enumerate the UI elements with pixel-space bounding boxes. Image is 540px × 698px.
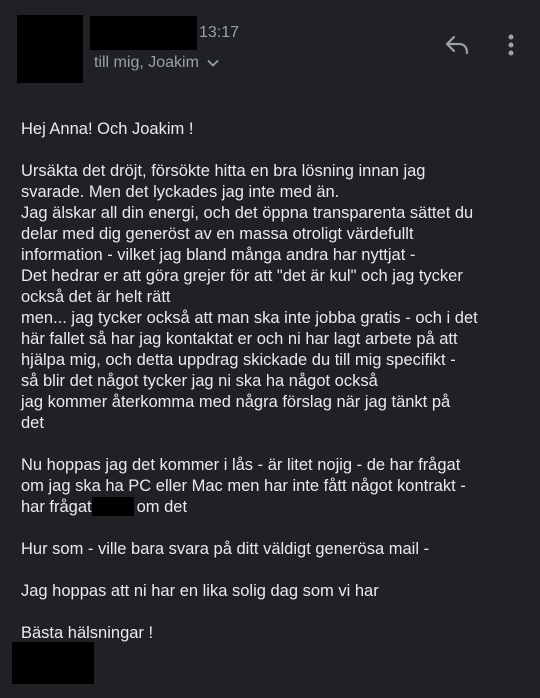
greeting: Hej Anna! Och Joakim !: [21, 120, 194, 138]
body-line: Jag älskar all din energi, och det öppna…: [21, 204, 474, 222]
body-line: det: [21, 414, 44, 432]
body-line: Det hedrar er att göra grejer för att "d…: [21, 267, 463, 285]
body-line: Jag hoppas att ni har en lika solig dag …: [21, 582, 379, 600]
sender-avatar-redacted[interactable]: [17, 15, 83, 83]
body-text: har frågat: [21, 498, 92, 516]
body-line: delar med dig generöst av en massa otrol…: [21, 225, 414, 243]
body-line: om jag ska ha PC eller Mac men har inte …: [21, 477, 466, 495]
recipients-label: till mig, Joakim: [94, 54, 199, 71]
body-line: men... jag tycker också att man ska inte…: [21, 309, 478, 327]
body-line: Nu hoppas jag det kommer i lås - är lite…: [21, 456, 461, 474]
recipients-toggle[interactable]: till mig, Joakim: [94, 54, 219, 72]
closing: Bästa hälsningar !: [21, 624, 154, 642]
sender-name-redacted: [90, 16, 197, 50]
body-line: här fallet så har jag kontaktat er och n…: [21, 330, 458, 348]
reply-button[interactable]: [440, 30, 474, 64]
signature-redacted: [12, 642, 94, 684]
message-time: 13:17: [199, 24, 240, 41]
body-line: Hur som - ville bara svara på ditt väldi…: [21, 540, 430, 558]
body-line: hjälpa mig, och detta uppdrag skickade d…: [21, 351, 456, 369]
body-line-with-redaction: har frågat om det: [21, 497, 526, 518]
reply-icon: [444, 35, 470, 60]
body-line: svarade. Men det lyckades jag inte med ä…: [21, 183, 340, 201]
body-line: jag kommer återkomma med några förslag n…: [21, 393, 451, 411]
body-line: också det är helt rätt: [21, 288, 171, 306]
message-body: Hej Anna! Och Joakim ! Ursäkta det dröjt…: [21, 119, 526, 644]
more-vert-icon: [508, 34, 514, 61]
body-line: så blir det något tycker jag ni ska ha n…: [21, 372, 378, 390]
chevron-down-icon: [207, 59, 219, 67]
name-redacted: [91, 497, 134, 516]
body-line: information - vilket jag bland många and…: [21, 246, 416, 264]
body-text: om det: [136, 498, 188, 516]
body-line: Ursäkta det dröjt, försökte hitta en bra…: [21, 162, 426, 180]
more-options-button[interactable]: [496, 30, 526, 64]
